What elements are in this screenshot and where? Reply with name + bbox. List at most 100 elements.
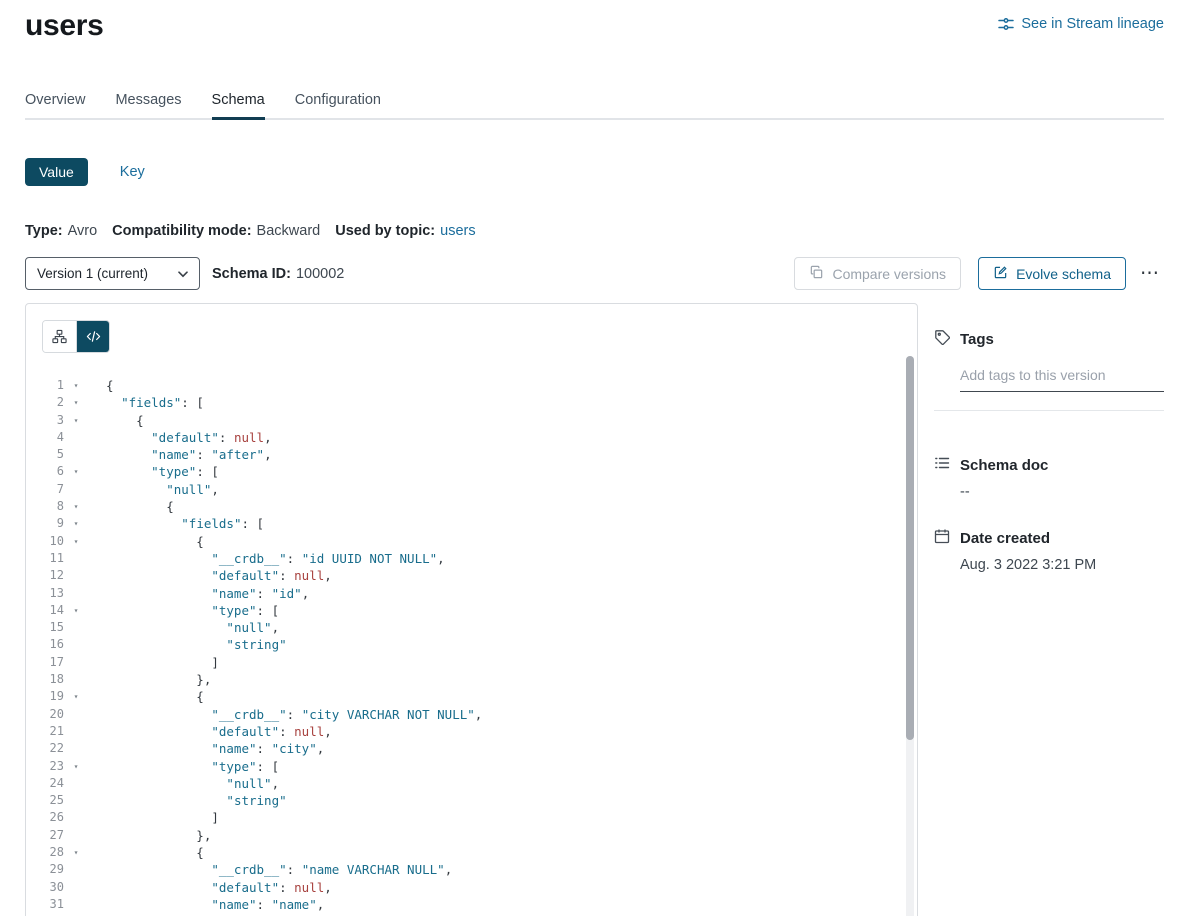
- tag-icon: [934, 329, 950, 349]
- code-line: 16 "string": [42, 636, 899, 653]
- code-line: 20 "__crdb__": "city VARCHAR NOT NULL",: [42, 706, 899, 723]
- line-number: 24: [42, 775, 64, 792]
- code-scrollbar[interactable]: [906, 356, 914, 916]
- tab-bar: Overview Messages Schema Configuration: [25, 92, 1164, 120]
- code-line: 1▾{: [42, 377, 899, 394]
- code-line: 12 "default": null,: [42, 567, 899, 584]
- tab-messages[interactable]: Messages: [115, 92, 181, 118]
- code-text: "name": "after",: [88, 446, 899, 463]
- line-number: 13: [42, 585, 64, 602]
- stream-lineage-icon: [998, 16, 1014, 32]
- code-line: 15 "null",: [42, 619, 899, 636]
- code-line: 14▾ "type": [: [42, 602, 899, 619]
- line-number: 3: [42, 412, 64, 429]
- value-toggle-button[interactable]: Value: [25, 158, 88, 186]
- code-text: {: [88, 844, 899, 861]
- topic-link[interactable]: users: [440, 223, 475, 239]
- code-scrollbar-thumb[interactable]: [906, 356, 914, 740]
- add-tags-input[interactable]: [960, 365, 1164, 392]
- compatibility-mode-label: Compatibility mode:: [112, 223, 251, 239]
- line-number: 21: [42, 723, 64, 740]
- collapse-toggle-icon[interactable]: ▾: [64, 533, 88, 550]
- collapse-toggle-icon[interactable]: ▾: [64, 377, 88, 394]
- schema-doc-value: --: [960, 484, 1164, 500]
- compare-versions-button[interactable]: Compare versions: [794, 257, 961, 290]
- line-number: 11: [42, 550, 64, 567]
- collapse-toggle-icon[interactable]: ▾: [64, 412, 88, 429]
- collapse-toggle-icon[interactable]: ▾: [64, 688, 88, 705]
- line-number: 8: [42, 498, 64, 515]
- gutter-spacer: [64, 792, 88, 809]
- date-created-title: Date created: [960, 530, 1050, 547]
- doc-list-icon: [934, 455, 950, 475]
- collapse-toggle-icon[interactable]: ▾: [64, 602, 88, 619]
- code-text: "__crdb__": "id UUID NOT NULL",: [88, 550, 899, 567]
- code-line: 31 "name": "name",: [42, 896, 899, 913]
- code-text: {: [88, 533, 899, 550]
- collapse-toggle-icon[interactable]: ▾: [64, 515, 88, 532]
- collapse-toggle-icon[interactable]: ▾: [64, 758, 88, 775]
- code-line: 23▾ "type": [: [42, 758, 899, 775]
- code-text: "fields": [: [88, 515, 899, 532]
- view-mode-toggle: [42, 320, 110, 353]
- line-number: 30: [42, 879, 64, 896]
- date-created-value: Aug. 3 2022 3:21 PM: [960, 557, 1164, 573]
- gutter-spacer: [64, 879, 88, 896]
- line-number: 14: [42, 602, 64, 619]
- stream-lineage-link[interactable]: See in Stream lineage: [998, 16, 1164, 32]
- line-number: 27: [42, 827, 64, 844]
- code-line: 27 },: [42, 827, 899, 844]
- code-line: 2▾ "fields": [: [42, 394, 899, 411]
- code-line: 5 "name": "after",: [42, 446, 899, 463]
- line-number: 29: [42, 861, 64, 878]
- code-view-button[interactable]: [76, 321, 109, 352]
- line-number: 4: [42, 429, 64, 446]
- gutter-spacer: [64, 481, 88, 498]
- tab-overview[interactable]: Overview: [25, 92, 85, 118]
- tab-configuration[interactable]: Configuration: [295, 92, 381, 118]
- tab-schema[interactable]: Schema: [212, 92, 265, 118]
- gutter-spacer: [64, 706, 88, 723]
- code-line: 18 },: [42, 671, 899, 688]
- version-select[interactable]: Version 1 (current): [25, 257, 200, 290]
- code-text: "null",: [88, 619, 899, 636]
- key-toggle-button[interactable]: Key: [120, 164, 145, 180]
- schema-doc-section: Schema doc --: [934, 455, 1164, 500]
- line-number: 7: [42, 481, 64, 498]
- more-options-button[interactable]: ⋯: [1136, 264, 1164, 283]
- collapse-toggle-icon[interactable]: ▾: [64, 844, 88, 861]
- collapse-toggle-icon[interactable]: ▾: [64, 394, 88, 411]
- line-number: 5: [42, 446, 64, 463]
- gutter-spacer: [64, 671, 88, 688]
- calendar-icon: [934, 528, 950, 548]
- gutter-spacer: [64, 636, 88, 653]
- tags-title: Tags: [960, 331, 994, 348]
- code-text: "name": "id",: [88, 585, 899, 602]
- gutter-spacer: [64, 896, 88, 913]
- collapse-toggle-icon[interactable]: ▾: [64, 463, 88, 480]
- line-number: 19: [42, 688, 64, 705]
- line-number: 23: [42, 758, 64, 775]
- code-line: 8▾ {: [42, 498, 899, 515]
- code-text: "type": [: [88, 758, 899, 775]
- code-text: {: [88, 688, 899, 705]
- compatibility-mode-value: Backward: [257, 223, 321, 239]
- code-line: 26 ]: [42, 809, 899, 826]
- collapse-toggle-icon[interactable]: ▾: [64, 498, 88, 515]
- evolve-schema-button[interactable]: Evolve schema: [978, 257, 1126, 290]
- gutter-spacer: [64, 775, 88, 792]
- line-number: 17: [42, 654, 64, 671]
- schema-id-label: Schema ID:: [212, 266, 291, 282]
- compare-versions-label: Compare versions: [832, 266, 946, 282]
- line-number: 31: [42, 896, 64, 913]
- gutter-spacer: [64, 861, 88, 878]
- tree-view-button[interactable]: [43, 321, 76, 352]
- code-line: 10▾ {: [42, 533, 899, 550]
- code-text: "__crdb__": "city VARCHAR NOT NULL",: [88, 706, 899, 723]
- code-text: "type": [: [88, 602, 899, 619]
- code-line: 21 "default": null,: [42, 723, 899, 740]
- code-text: "default": null,: [88, 567, 899, 584]
- schema-id: Schema ID: 100002: [212, 266, 344, 282]
- code-line: 3▾ {: [42, 412, 899, 429]
- code-line: 29 "__crdb__": "name VARCHAR NULL",: [42, 861, 899, 878]
